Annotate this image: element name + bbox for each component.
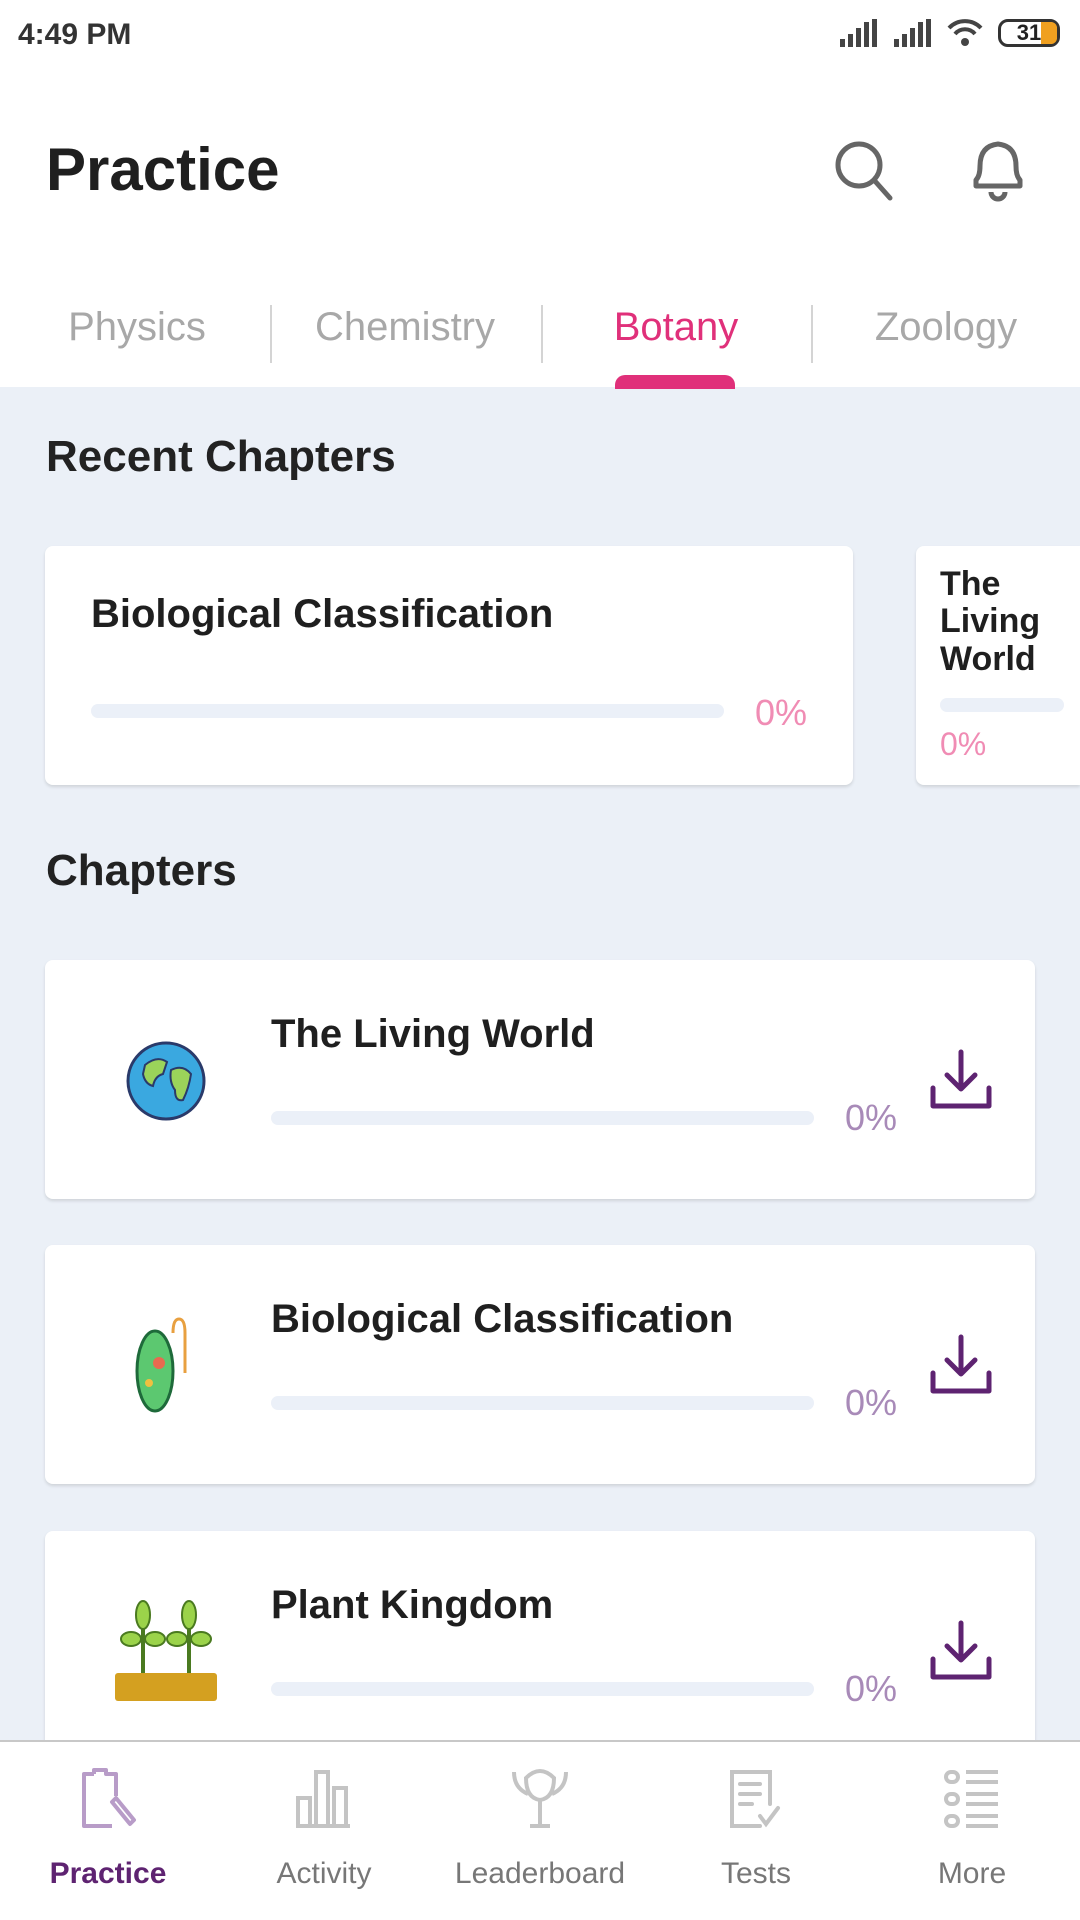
progress-bar [271, 1396, 814, 1410]
recent-chapter-card[interactable]: Biological Classification 0% [45, 546, 853, 785]
progress-bar [940, 698, 1064, 712]
activity-chart-icon [296, 1770, 350, 1828]
more-list-icon [944, 1770, 998, 1828]
download-icon[interactable] [929, 1333, 993, 1397]
battery-icon: 31 [998, 19, 1060, 47]
plants-icon [115, 1600, 217, 1701]
nav-practice[interactable]: Practice [0, 1768, 216, 1891]
progress-percent: 0% [845, 1668, 898, 1709]
tab-botany[interactable]: Botany [543, 305, 809, 350]
nav-activity[interactable]: Activity [216, 1768, 432, 1891]
recent-chapter-card[interactable]: The Living World 0% [916, 546, 1080, 785]
download-icon[interactable] [929, 1619, 993, 1683]
progress-bar [271, 1682, 814, 1696]
recent-chapters-heading: Recent Chapters [46, 432, 396, 481]
progress-percent: 0% [755, 692, 808, 733]
progress-percent: 0% [940, 726, 987, 762]
chapters-heading: Chapters [46, 846, 237, 895]
progress-percent: 0% [845, 1097, 898, 1138]
nav-leaderboard[interactable]: Leaderboard [432, 1768, 648, 1891]
chapter-card[interactable]: Biological Classification 0% [45, 1245, 1035, 1484]
chapter-card[interactable]: The Living World 0% [45, 960, 1035, 1199]
tab-chemistry[interactable]: Chemistry [272, 305, 538, 350]
signal-icon [840, 19, 877, 47]
tab-physics[interactable]: Physics [4, 305, 270, 350]
tab-zoology[interactable]: Zoology [813, 305, 1079, 350]
progress-percent: 0% [845, 1382, 898, 1423]
clipboard-pencil-icon [82, 1768, 136, 1828]
download-icon[interactable] [929, 1048, 993, 1112]
chapter-title: The Living World [271, 1012, 595, 1056]
chapter-title: Plant Kingdom [271, 1583, 554, 1627]
nav-tests[interactable]: Tests [648, 1768, 864, 1891]
wifi-icon [947, 19, 983, 46]
signal-icon [894, 19, 931, 47]
status-time: 4:49 PM [18, 18, 132, 51]
page-title: Practice [46, 136, 280, 203]
trophy-icon [512, 1769, 568, 1828]
chapter-title: Biological Classification [271, 1297, 734, 1341]
cell-icon [135, 1317, 187, 1413]
progress-bar [91, 704, 724, 718]
active-tab-indicator [615, 375, 735, 389]
status-icons: 31 [838, 18, 1060, 48]
bell-icon[interactable] [966, 136, 1030, 204]
test-sheet-icon [730, 1770, 780, 1828]
search-icon[interactable] [832, 138, 896, 202]
card-title: Biological Classification [91, 592, 554, 636]
globe-icon [126, 1041, 206, 1121]
progress-bar [271, 1111, 814, 1125]
chapter-card[interactable]: Plant Kingdom 0% [45, 1531, 1035, 1770]
nav-more[interactable]: More [864, 1768, 1080, 1891]
card-title: The Living World [940, 565, 1041, 678]
